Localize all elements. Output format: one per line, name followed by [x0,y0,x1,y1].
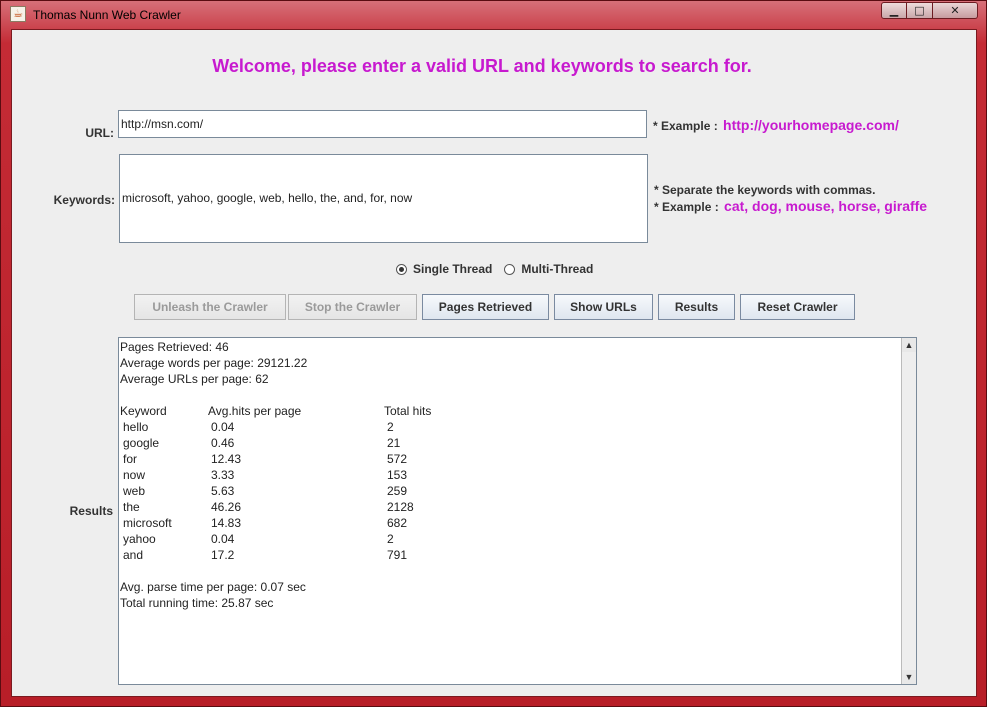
footer-line: Total running time: 25.87 sec [120,596,274,610]
row-keyword: microsoft [123,516,172,530]
row-keyword: google [123,436,160,450]
reset-crawler-button[interactable]: Reset Crawler [740,294,855,320]
header-keyword: Keyword [120,404,167,418]
single-thread-option[interactable]: Single Thread [396,262,492,276]
multi-thread-radio[interactable] [504,263,516,275]
row-avg: 17.2 [211,548,235,562]
row-keyword: for [123,452,138,466]
single-thread-radio[interactable] [396,263,407,275]
row-keyword: the [123,500,140,514]
header-total-hits: Total hits [384,404,432,418]
url-input[interactable]: http://msn.com/ [118,110,647,138]
row-avg: 0.04 [211,532,235,546]
row-total: 259 [387,484,408,498]
row-total: 2 [387,532,394,546]
table-row: the 46.26 2128 [120,499,900,515]
row-avg: 3.33 [211,468,235,482]
unleash-crawler-button[interactable]: Unleash the Crawler [134,294,286,320]
row-keyword: now [123,468,146,482]
url-label: URL: [85,126,114,140]
pages-retrieved-button[interactable]: Pages Retrieved [422,294,549,320]
show-urls-button[interactable]: Show URLs [554,294,653,320]
window-title: Thomas Nunn Web Crawler [33,8,181,22]
table-row: web 5.63 259 [120,483,900,499]
multi-thread-label: Multi-Thread [521,262,594,276]
row-avg: 5.63 [211,484,235,498]
minimize-button[interactable]: ▁ [881,2,907,19]
scroll-up-arrow-icon[interactable]: ▲ [902,338,916,352]
table-row: and 17.2 791 [120,547,900,563]
results-button[interactable]: Results [658,294,735,320]
row-total: 21 [387,436,401,450]
table-row: now 3.33 153 [120,467,900,483]
row-keyword: yahoo [123,532,156,546]
summary-line: Average words per page: 29121.22 [120,356,308,370]
welcome-heading: Welcome, please enter a valid URL and ke… [212,56,752,76]
row-total: 791 [387,548,408,562]
scroll-down-arrow-icon[interactable]: ▼ [902,670,916,684]
client-area: Welcome, please enter a valid URL and ke… [11,29,977,697]
row-avg: 14.83 [211,516,242,530]
summary-line: Pages Retrieved: 46 [120,340,229,354]
row-keyword: hello [123,420,149,434]
stop-crawler-button[interactable]: Stop the Crawler [288,294,417,320]
java-icon[interactable]: ☕ [10,6,26,22]
header-avg-hits: Avg.hits per page [208,404,302,418]
results-textarea[interactable]: Pages Retrieved: 46 Average words per pa… [118,337,917,685]
url-hint-prefix: * Example : [653,119,718,133]
row-total: 2128 [387,500,414,514]
url-hint-value: http://yourhomepage.com/ [723,117,899,133]
single-thread-label: Single Thread [413,262,493,276]
row-avg: 46.26 [211,500,242,514]
row-keyword: and [123,548,144,562]
row-total: 572 [387,452,408,466]
row-total: 682 [387,516,408,530]
keywords-hint-value: cat, dog, mouse, horse, giraffe [724,198,928,214]
close-button[interactable]: ✕ [933,2,978,19]
table-row: microsoft 14.83 682 [120,515,900,531]
table-row: google 0.46 21 [120,435,900,451]
window-frame: ☕ Thomas Nunn Web Crawler ▁ □ ✕ Welcome,… [0,0,987,707]
row-total: 2 [387,420,394,434]
thread-mode-group: Single Thread Multi-Thread [396,262,593,276]
row-avg: 0.46 [211,436,235,450]
url-example-hint: * Example : http://yourhomepage.com/ [653,117,899,133]
keywords-input[interactable]: microsoft, yahoo, google, web, hello, th… [119,154,648,243]
keywords-label: Keywords: [53,193,115,207]
window-controls: ▁ □ ✕ [881,2,978,20]
table-row: hello 0.04 2 [120,419,900,435]
table-row: yahoo 0.04 2 [120,531,900,547]
results-content: Pages Retrieved: 46 Average words per pa… [120,339,900,611]
row-avg: 12.43 [211,452,242,466]
keywords-separator-hint: * Separate the keywords with commas. [654,183,876,197]
results-label: Results [69,504,113,518]
keywords-example-hint: * Example : cat, dog, mouse, horse, gira… [654,198,927,214]
keywords-hint-prefix: * Example : [654,200,719,214]
results-scrollbar[interactable]: ▲ ▼ [901,338,916,684]
row-avg: 0.04 [211,420,235,434]
maximize-button[interactable]: □ [907,2,933,19]
footer-line: Avg. parse time per page: 0.07 sec [120,580,306,594]
row-keyword: web [123,484,146,498]
table-header: Keyword Avg.hits per page Total hits [120,403,900,419]
summary-line: Average URLs per page: 62 [120,372,269,386]
row-total: 153 [387,468,408,482]
title-bar[interactable]: ☕ Thomas Nunn Web Crawler ▁ □ ✕ [1,1,986,29]
multi-thread-option[interactable]: Multi-Thread [504,262,593,276]
table-row: for 12.43 572 [120,451,900,467]
